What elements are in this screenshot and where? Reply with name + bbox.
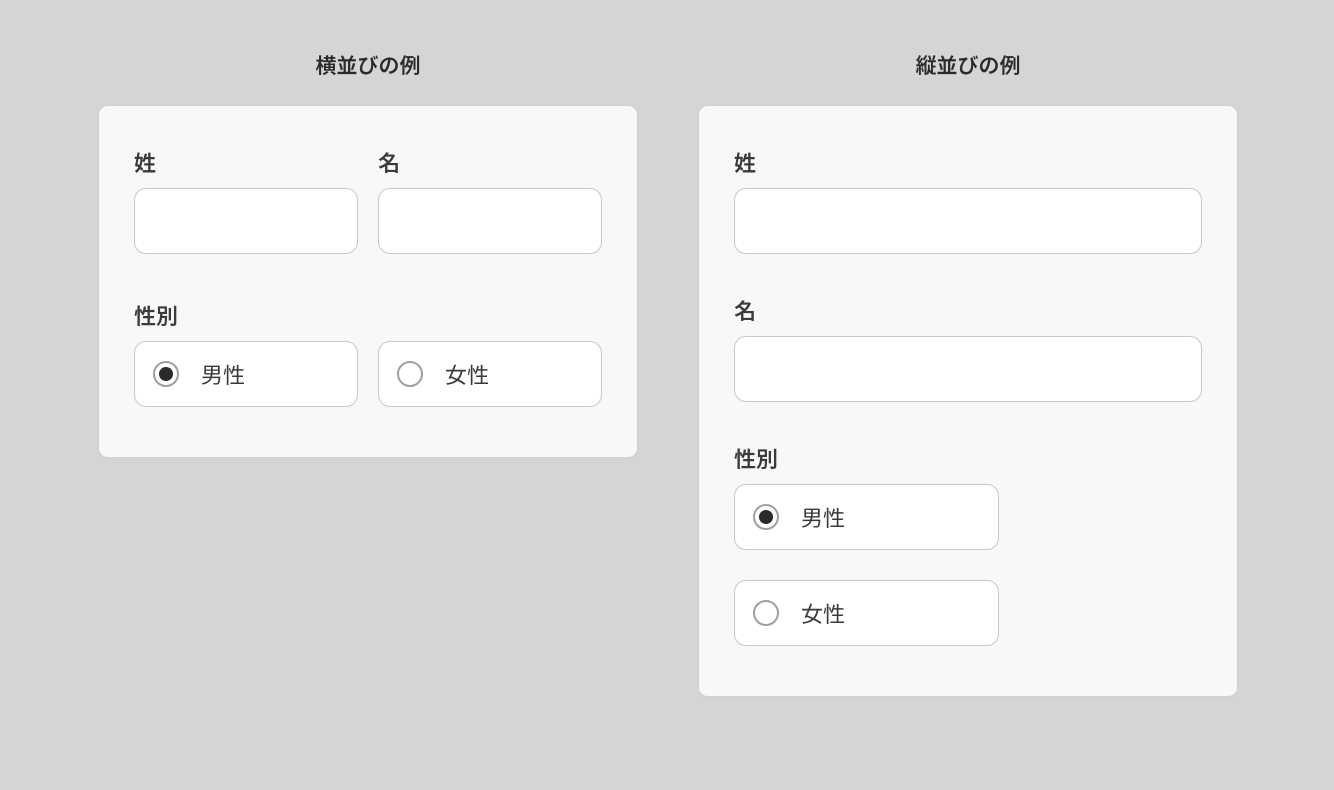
gender-section-vertical: 性別 男性 女性 <box>734 442 1202 646</box>
radio-female-label-v: 女性 <box>801 597 845 629</box>
name-row-vertical: 姓 名 <box>734 146 1202 402</box>
radio-group-horizontal: 男性 女性 <box>134 341 602 407</box>
radio-group-vertical: 男性 女性 <box>734 484 1202 646</box>
radio-female-label: 女性 <box>445 358 489 390</box>
lastname-label: 姓 <box>134 146 358 178</box>
lastname-input[interactable] <box>134 188 358 254</box>
horizontal-example: 横並びの例 姓 名 性別 男性 <box>98 50 638 697</box>
lastname-label-v: 姓 <box>734 146 1202 178</box>
radio-circle-icon <box>397 361 423 387</box>
name-row-horizontal: 姓 名 <box>134 146 602 254</box>
radio-male-label-v: 男性 <box>801 501 845 533</box>
vertical-example: 縦並びの例 姓 名 性別 男性 <box>698 50 1238 697</box>
gender-section-horizontal: 性別 男性 女性 <box>134 299 602 407</box>
horizontal-title: 横並びの例 <box>316 50 421 80</box>
firstname-label-v: 名 <box>734 294 1202 326</box>
lastname-field-group-v: 姓 <box>734 146 1202 254</box>
lastname-field-group: 姓 <box>134 146 358 254</box>
radio-male-v[interactable]: 男性 <box>734 484 999 550</box>
radio-circle-icon <box>753 600 779 626</box>
radio-female[interactable]: 女性 <box>378 341 602 407</box>
firstname-label: 名 <box>378 146 602 178</box>
radio-circle-icon <box>753 504 779 530</box>
radio-circle-icon <box>153 361 179 387</box>
gender-label-v: 性別 <box>734 442 1202 474</box>
firstname-input-v[interactable] <box>734 336 1202 402</box>
firstname-field-group: 名 <box>378 146 602 254</box>
horizontal-card: 姓 名 性別 男性 女性 <box>98 105 638 458</box>
radio-male-label: 男性 <box>201 358 245 390</box>
gender-label: 性別 <box>134 299 602 331</box>
radio-male[interactable]: 男性 <box>134 341 358 407</box>
lastname-input-v[interactable] <box>734 188 1202 254</box>
firstname-input[interactable] <box>378 188 602 254</box>
vertical-card: 姓 名 性別 男性 女性 <box>698 105 1238 697</box>
radio-female-v[interactable]: 女性 <box>734 580 999 646</box>
firstname-field-group-v: 名 <box>734 294 1202 402</box>
vertical-title: 縦並びの例 <box>916 50 1021 80</box>
